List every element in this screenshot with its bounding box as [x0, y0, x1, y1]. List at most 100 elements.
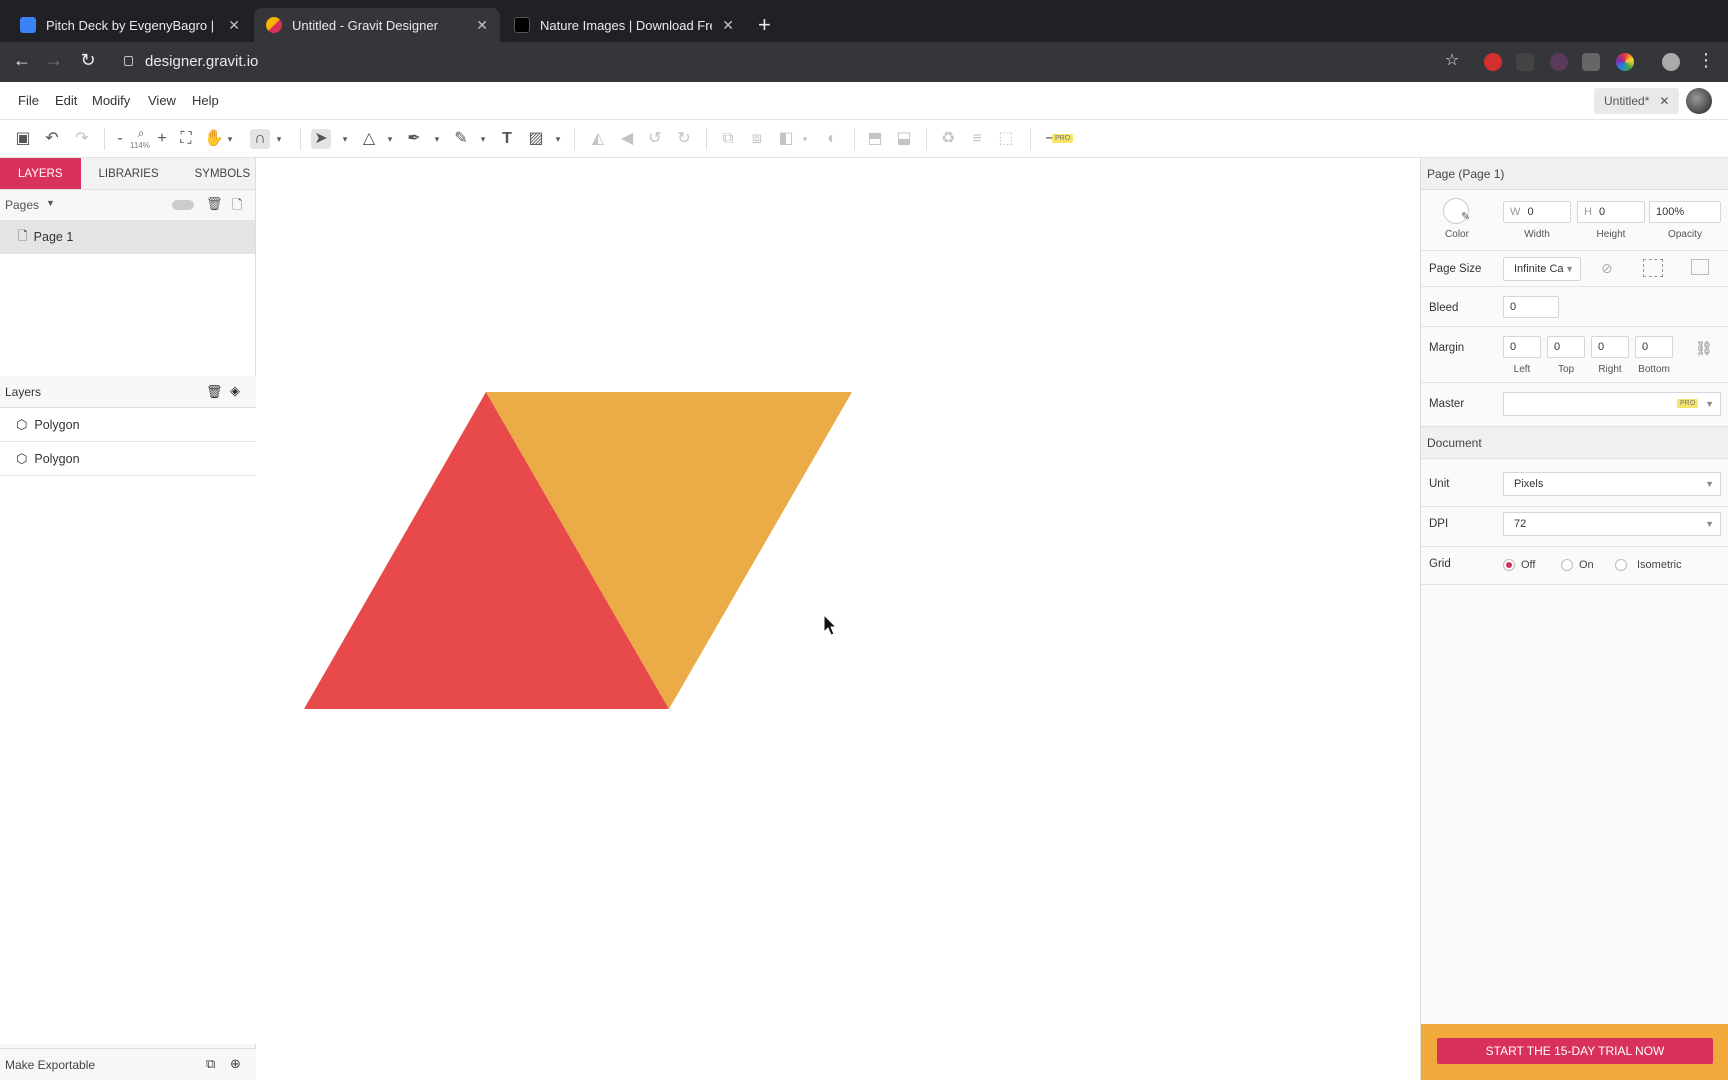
dpi-select[interactable]: 72 ▼	[1503, 512, 1721, 536]
link-margins-icon[interactable]: ⛓	[1695, 340, 1713, 357]
extension-icon[interactable]	[1484, 53, 1502, 71]
undo-icon[interactable]: ↶	[42, 129, 62, 149]
menu-edit[interactable]: Edit	[55, 93, 77, 108]
polygon-tool-icon[interactable]: △	[359, 129, 379, 149]
browser-tab-pitch-deck[interactable]: Pitch Deck by EvgenyBagro | G ✕	[8, 8, 252, 42]
trash-icon[interactable]: 🗑	[206, 384, 223, 400]
symbol-icon[interactable]: ♻	[938, 129, 958, 149]
back-arrow-icon[interactable]: ←	[10, 50, 34, 71]
rotate-left-icon[interactable]: ↺	[645, 129, 665, 149]
chevron-down-icon[interactable]: ▾	[274, 129, 284, 149]
add-page-icon[interactable]: 🗋	[232, 196, 242, 218]
align-icon[interactable]: ≡	[967, 129, 987, 149]
profile-avatar-icon[interactable]	[1662, 53, 1680, 71]
eyedropper-icon[interactable]: ✎	[1461, 210, 1470, 223]
group-icon[interactable]: ⧉	[718, 129, 738, 149]
close-icon[interactable]: ✕	[722, 17, 734, 34]
bleed-field[interactable]: 0	[1503, 296, 1559, 318]
snap-magnet-icon[interactable]: ∩	[250, 129, 270, 149]
document-tab[interactable]: Untitled* ✕	[1594, 88, 1680, 114]
opacity-field[interactable]: 100%	[1649, 201, 1721, 223]
close-icon[interactable]: ✕	[228, 17, 240, 34]
page-size-value: Infinite Ca	[1514, 263, 1564, 275]
tab-symbols[interactable]: SYMBOLS	[177, 158, 269, 189]
send-backward-icon[interactable]: ⬓	[894, 129, 914, 149]
margin-right-field[interactable]: 0	[1591, 336, 1629, 358]
more-menu-icon[interactable]: ⋮	[1694, 50, 1718, 71]
browser-tab-gravit[interactable]: Untitled - Gravit Designer ✕	[254, 8, 500, 42]
url-text[interactable]: designer.gravit.io	[145, 53, 258, 70]
page-item[interactable]: 🗋 Page 1	[0, 220, 255, 254]
chevron-down-icon[interactable]: ▾	[432, 129, 442, 149]
pointer-tool-icon[interactable]: ➤	[311, 129, 331, 149]
unit-select[interactable]: Pixels ▼	[1503, 472, 1721, 496]
reload-icon[interactable]: ↻	[76, 50, 100, 71]
tab-libraries[interactable]: LIBRARIES	[81, 158, 177, 189]
grid-off-radio[interactable]	[1503, 559, 1515, 571]
make-exportable-label[interactable]: Make Exportable	[5, 1058, 95, 1072]
chevron-down-icon[interactable]: ▾	[478, 129, 488, 149]
ungroup-icon[interactable]: ⧈	[747, 129, 767, 149]
redo-icon[interactable]: ↷	[72, 129, 92, 149]
fit-screen-icon[interactable]: ⛶	[176, 129, 196, 149]
rotate-right-icon[interactable]: ↻	[674, 129, 694, 149]
mask-icon[interactable]: ◐	[822, 129, 842, 149]
zoom-out-icon[interactable]: -	[110, 129, 130, 149]
height-field[interactable]: H 0	[1577, 201, 1645, 223]
add-layer-icon[interactable]: ◈	[230, 383, 240, 399]
orientation-icon[interactable]: ⊘	[1601, 260, 1613, 277]
extension-icon[interactable]	[1582, 53, 1600, 71]
pen-tool-icon[interactable]: ✒	[404, 129, 424, 149]
browser-tab-nature-images[interactable]: Nature Images | Download Free ✕	[502, 8, 746, 42]
grid-isometric-radio[interactable]	[1615, 559, 1627, 571]
close-icon[interactable]: ✕	[1659, 94, 1669, 108]
menu-help[interactable]: Help	[192, 93, 219, 108]
chevron-down-icon[interactable]: ▼	[46, 198, 55, 208]
grid-on-radio[interactable]	[1561, 559, 1573, 571]
bookmark-star-icon[interactable]: ☆	[1440, 50, 1464, 70]
margin-bottom-field[interactable]: 0	[1635, 336, 1673, 358]
chevron-down-icon[interactable]: ▾	[340, 129, 350, 149]
close-icon[interactable]: ✕	[476, 17, 488, 34]
extension-icon[interactable]	[1516, 53, 1534, 71]
margin-left-field[interactable]: 0	[1503, 336, 1541, 358]
start-trial-button[interactable]: START THE 15-DAY TRIAL NOW	[1437, 1038, 1713, 1064]
bring-forward-icon[interactable]: ⬒	[865, 129, 885, 149]
width-field[interactable]: W 0	[1503, 201, 1571, 223]
zoom-icon[interactable]: ⌕	[131, 123, 151, 143]
extension-icon[interactable]	[1550, 53, 1568, 71]
flip-vertical-icon[interactable]: ◀	[617, 129, 637, 149]
save-icon[interactable]: ▣	[13, 129, 33, 149]
new-tab-plus-icon[interactable]: +	[758, 12, 771, 38]
user-avatar[interactable]	[1686, 88, 1712, 114]
color-extension-icon[interactable]	[1616, 53, 1634, 71]
text-tool-icon[interactable]: T	[497, 129, 517, 149]
chevron-down-icon[interactable]: ▾	[225, 129, 235, 149]
chevron-down-icon[interactable]: ▾	[553, 129, 563, 149]
menu-modify[interactable]: Modify	[92, 93, 130, 108]
clip-content-icon[interactable]	[1691, 259, 1709, 275]
boolean-icon[interactable]: ◧	[776, 129, 796, 149]
tab-layers[interactable]: LAYERS	[0, 158, 81, 189]
page-size-select[interactable]: Infinite Ca ▼	[1503, 257, 1581, 281]
export-settings-icon[interactable]: ⧉	[206, 1056, 215, 1072]
margin-top-field[interactable]: 0	[1547, 336, 1585, 358]
trash-icon[interactable]: 🗑	[206, 196, 223, 212]
hand-tool-icon[interactable]: ✋	[204, 129, 224, 149]
menu-file[interactable]: File	[18, 93, 39, 108]
chevron-down-icon[interactable]: ▾	[385, 129, 395, 149]
resize-page-icon[interactable]	[1643, 259, 1663, 277]
chevron-down-icon[interactable]: ▾	[800, 129, 810, 149]
menu-view[interactable]: View	[148, 93, 176, 108]
pencil-tool-icon[interactable]: ✎	[451, 129, 471, 149]
toggle-switch[interactable]	[172, 200, 194, 210]
distribute-icon[interactable]: ⬚	[996, 129, 1016, 149]
add-circle-icon[interactable]: ⊕	[230, 1056, 241, 1072]
flip-horizontal-icon[interactable]: ◭	[588, 129, 608, 149]
design-canvas[interactable]	[257, 158, 1420, 1080]
zoom-in-icon[interactable]: +	[152, 129, 172, 149]
image-tool-icon[interactable]: ▨	[526, 129, 546, 149]
layer-item[interactable]: ⬡ Polygon	[0, 442, 256, 476]
layer-item[interactable]: ⬡ Polygon	[0, 408, 256, 442]
forward-arrow-icon[interactable]: →	[42, 50, 66, 71]
